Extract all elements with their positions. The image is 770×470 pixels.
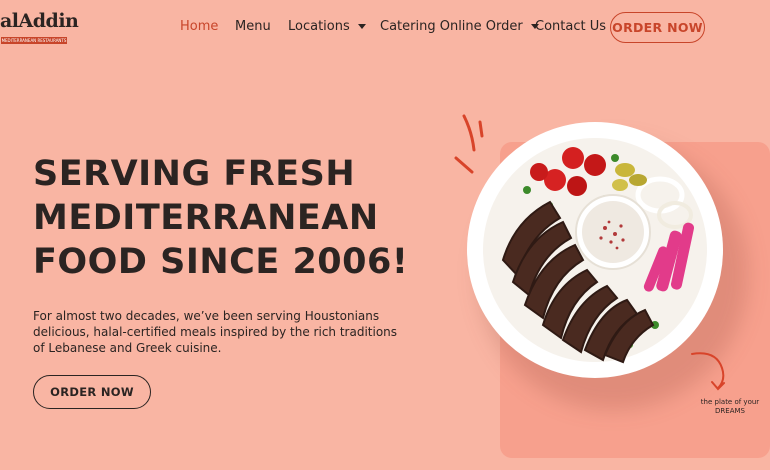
- curved-arrow-icon: [691, 352, 725, 391]
- nav-locations-label: Locations: [288, 19, 350, 34]
- order-now-header-button[interactable]: ORDER NOW: [610, 12, 705, 43]
- hero-title: SERVING FRESH MEDITERRANEAN FOOD SINCE 2…: [33, 154, 409, 282]
- nav-catering[interactable]: Catering Online Order: [380, 19, 539, 34]
- nav-locations[interactable]: Locations: [288, 19, 366, 34]
- nav-catering-label: Catering Online Order: [380, 19, 523, 34]
- main-nav: Home Menu Locations Catering Online Orde…: [0, 0, 770, 55]
- order-now-hero-button[interactable]: ORDER NOW: [33, 375, 151, 409]
- image-tagline: the plate of your DREAMS: [700, 398, 760, 415]
- hero-description: For almost two decades, we’ve been servi…: [33, 309, 398, 355]
- nav-menu[interactable]: Menu: [235, 19, 271, 34]
- chevron-down-icon: [357, 24, 366, 29]
- decorative-strokes-icon: [454, 114, 484, 174]
- nav-contact[interactable]: Contact Us: [535, 19, 606, 34]
- nav-contact-label: Contact Us: [535, 19, 606, 34]
- nav-home[interactable]: Home: [180, 19, 218, 34]
- nav-menu-label: Menu: [235, 19, 271, 34]
- nav-home-label: Home: [180, 19, 219, 34]
